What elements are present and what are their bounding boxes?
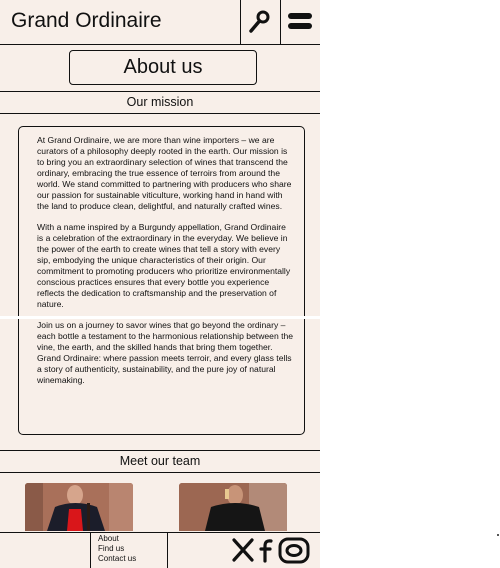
team-photo-image bbox=[179, 483, 287, 531]
mission-paragraph: With a name inspired by a Burgundy appel… bbox=[37, 222, 291, 309]
footer-link-about[interactable]: About bbox=[98, 534, 136, 544]
footer-links: About Find us Contact us bbox=[98, 534, 136, 564]
search-button[interactable] bbox=[240, 0, 279, 44]
mission-paragraph: Join us on a journey to savor wines that… bbox=[37, 320, 294, 385]
team-member-photo[interactable] bbox=[25, 483, 133, 531]
stray-dot bbox=[497, 534, 499, 536]
mission-paragraph: At Grand Ordinaire, we are more than win… bbox=[37, 135, 292, 211]
team-member-photo[interactable] bbox=[179, 483, 287, 531]
menu-button[interactable] bbox=[280, 0, 320, 44]
team-heading: Meet our team bbox=[0, 450, 320, 473]
search-icon bbox=[249, 10, 270, 33]
page: Grand Ordinaire About us Our mission At … bbox=[0, 0, 320, 568]
footer-divider bbox=[167, 533, 168, 568]
about-us-button[interactable]: About us bbox=[69, 50, 257, 85]
mission-heading: Our mission bbox=[0, 91, 320, 114]
mission-card: At Grand Ordinaire, we are more than win… bbox=[18, 126, 305, 435]
brand-name[interactable]: Grand Ordinaire bbox=[11, 9, 162, 33]
menu-icon bbox=[288, 13, 312, 29]
facebook-icon[interactable] bbox=[258, 537, 276, 563]
site-header: Grand Ordinaire bbox=[0, 0, 320, 45]
divider-strip bbox=[0, 316, 320, 319]
instagram-icon[interactable] bbox=[278, 537, 310, 564]
footer-link-contact[interactable]: Contact us bbox=[98, 554, 136, 564]
footer-divider bbox=[90, 533, 91, 568]
footer-link-find-us[interactable]: Find us bbox=[98, 544, 136, 554]
site-footer: About Find us Contact us bbox=[0, 532, 320, 568]
team-photo-image bbox=[25, 483, 133, 531]
x-icon[interactable] bbox=[231, 537, 255, 563]
